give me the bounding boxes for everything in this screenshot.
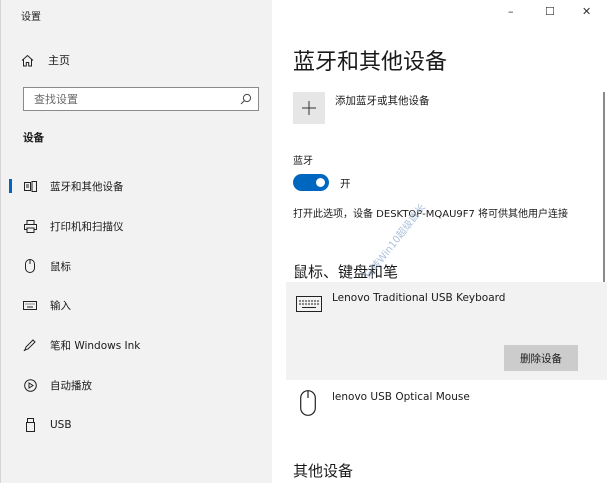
sidebar-item-bluetooth[interactable]: 蓝牙和其他设备 <box>1 174 273 198</box>
device-name[interactable]: lenovo USB Optical Mouse <box>332 391 470 403</box>
home-icon <box>21 54 34 66</box>
maximize-button[interactable]: ☐ <box>545 5 555 18</box>
sidebar-home[interactable]: 主页 <box>21 52 70 68</box>
toggle-knob <box>316 178 325 187</box>
add-device-label[interactable]: 添加蓝牙或其他设备 <box>335 93 430 108</box>
main-panel: – ☐ ✕ 蓝牙和其他设备 添加蓝牙或其他设备 蓝牙 开 打开此选项，设备 DE… <box>272 0 607 483</box>
home-label: 主页 <box>48 54 70 67</box>
add-device-button[interactable] <box>293 92 325 124</box>
section-title-other-devices: 其他设备 <box>293 462 354 480</box>
sidebar-item-label: 打印机和扫描仪 <box>50 220 124 233</box>
active-indicator <box>9 179 12 193</box>
discoverable-description: 打开此选项，设备 DESKTOP-MQAU9F7 将可供其他用户连接 <box>293 209 569 220</box>
sidebar-item-autoplay[interactable]: 自动播放 <box>1 373 273 397</box>
scrollbar[interactable] <box>603 92 605 282</box>
bluetooth-devices-icon <box>23 179 37 193</box>
bluetooth-toggle[interactable] <box>293 174 329 191</box>
remove-device-button[interactable]: 删除设备 <box>504 345 578 371</box>
sidebar-item-label: 鼠标 <box>50 260 71 273</box>
minimize-button[interactable]: – <box>508 5 514 18</box>
sidebar-item-label: 笔和 Windows Ink <box>50 339 141 352</box>
sidebar-item-mouse[interactable]: 鼠标 <box>1 254 273 278</box>
sidebar-item-label: USB <box>50 419 72 431</box>
app-title: 设置 <box>21 12 41 23</box>
sidebar-item-input[interactable]: 输入 <box>1 293 273 317</box>
autoplay-icon <box>23 378 37 392</box>
close-button[interactable]: ✕ <box>582 5 591 18</box>
pen-icon <box>23 338 37 352</box>
sidebar-item-label: 自动播放 <box>50 379 92 392</box>
keyboard-icon <box>296 296 322 312</box>
search-input[interactable]: 查找设置 <box>23 87 259 111</box>
toggle-state-label: 开 <box>340 178 351 190</box>
sidebar-item-label: 输入 <box>50 299 71 312</box>
usb-icon <box>23 418 37 432</box>
page-title: 蓝牙和其他设备 <box>293 50 448 75</box>
sidebar-item-usb[interactable]: USB <box>1 413 273 437</box>
search-icon[interactable] <box>240 93 252 105</box>
section-label-devices: 设备 <box>23 132 44 144</box>
search-placeholder: 查找设置 <box>34 93 78 106</box>
mouse-icon <box>300 390 316 416</box>
sidebar: 设置 主页 查找设置 设备 蓝牙和其他设备 打印机和扫描仪 鼠标 输入 笔和 W… <box>0 0 272 483</box>
bluetooth-label: 蓝牙 <box>293 156 313 167</box>
sidebar-item-printers[interactable]: 打印机和扫描仪 <box>1 214 273 238</box>
mouse-icon <box>23 259 37 273</box>
device-name: Lenovo Traditional USB Keyboard <box>332 292 506 304</box>
plus-icon <box>302 101 316 115</box>
sidebar-item-label: 蓝牙和其他设备 <box>50 180 124 193</box>
sidebar-item-pen[interactable]: 笔和 Windows Ink <box>1 333 273 357</box>
keyboard-icon <box>23 298 37 312</box>
printer-icon <box>23 219 37 233</box>
